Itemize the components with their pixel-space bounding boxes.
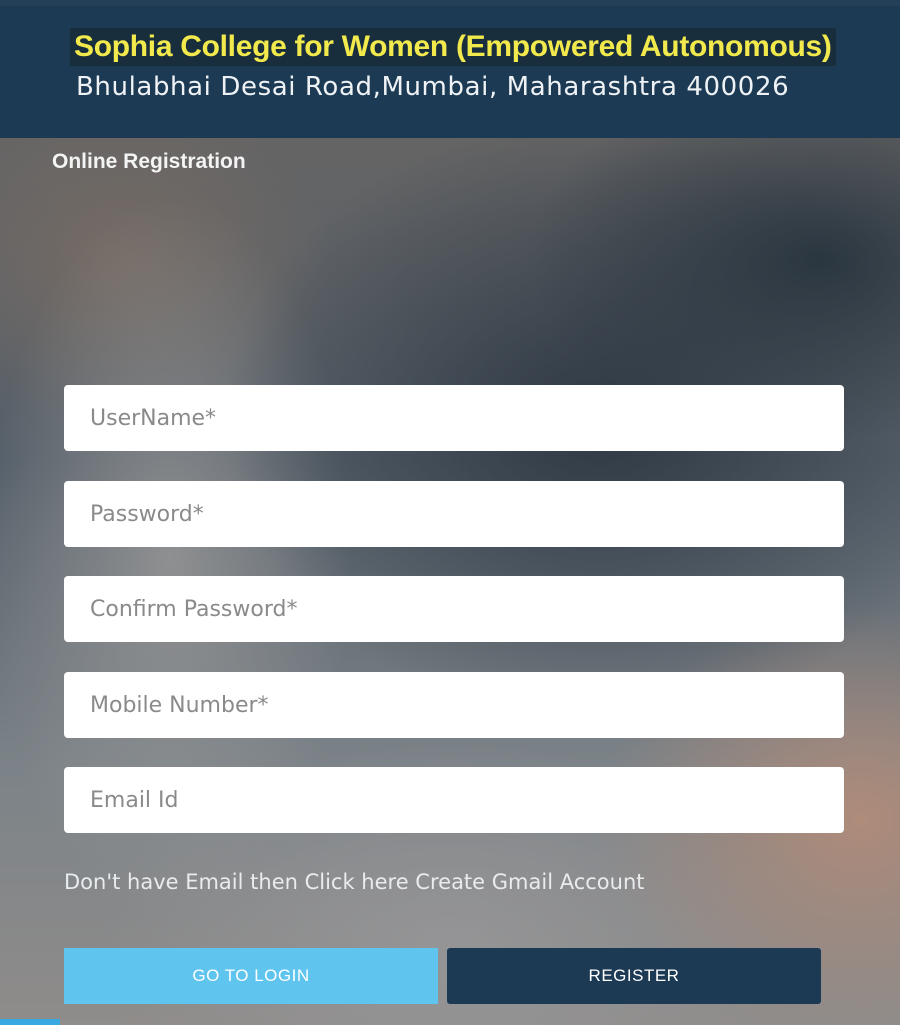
college-name: Sophia College for Women (Empowered Auto… bbox=[70, 28, 836, 66]
confirm-password-input[interactable] bbox=[64, 576, 844, 642]
register-button[interactable]: REGISTER bbox=[447, 948, 821, 1004]
registration-page: Sophia College for Women (Empowered Auto… bbox=[0, 0, 900, 1025]
mobile-number-input[interactable] bbox=[64, 672, 844, 738]
page-title: Online Registration bbox=[52, 150, 246, 173]
username-input[interactable] bbox=[64, 385, 844, 451]
bottom-accent-bar bbox=[0, 1019, 60, 1025]
go-to-login-button[interactable]: GO TO LOGIN bbox=[64, 948, 438, 1004]
header-top-border bbox=[0, 0, 900, 6]
create-gmail-link[interactable]: Don't have Email then Click here Create … bbox=[64, 870, 645, 894]
email-input[interactable] bbox=[64, 767, 844, 833]
page-header: Sophia College for Women (Empowered Auto… bbox=[0, 0, 900, 138]
password-input[interactable] bbox=[64, 481, 844, 547]
college-address: Bhulabhai Desai Road,Mumbai, Maharashtra… bbox=[76, 72, 790, 102]
